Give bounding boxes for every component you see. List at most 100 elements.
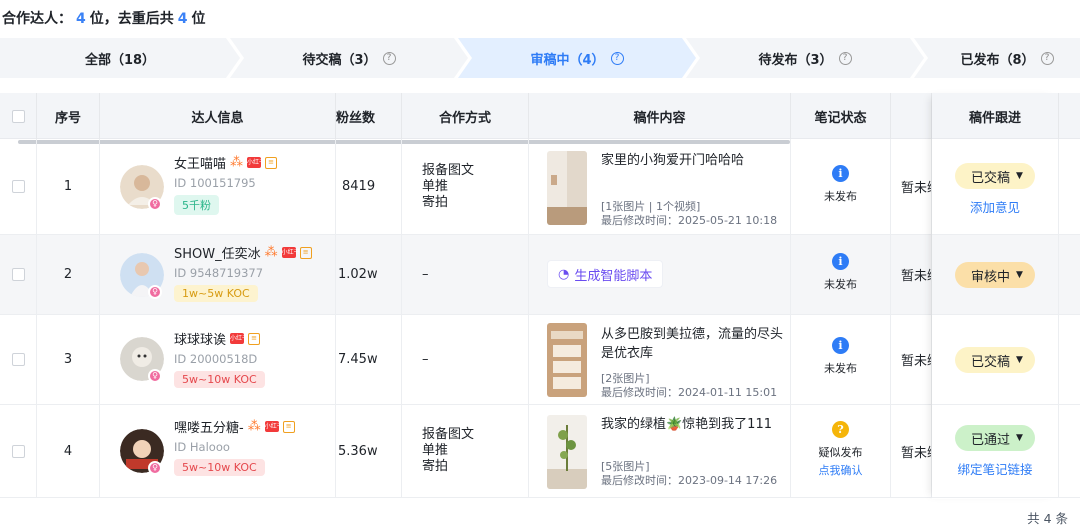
tail-cell [1059, 315, 1080, 404]
table-header: 序号 达人信息 粉丝数 合作方式 稿件内容 笔记状态 稿件跟进 [0, 93, 1080, 139]
select-all-checkbox[interactable] [11, 109, 25, 123]
note-icon[interactable]: ≡ [282, 420, 295, 433]
fans-count: 5.36w [336, 405, 402, 497]
follow-status-dropdown[interactable]: 已通过 ▼ [955, 425, 1035, 451]
coop-method: 报备图文 [422, 162, 475, 178]
add-comment-link[interactable]: 添加意见 [932, 197, 1058, 216]
help-icon[interactable]: ? [382, 51, 396, 65]
col-kol: 达人信息 [100, 93, 336, 139]
tab-published-label: 已发布（8） [960, 52, 1035, 68]
table-row: 4 ♀ 嘿喽五分糖- ⁂ 小红书 ≡ ID Halooo 5w~10w KOC 5.3… [0, 405, 1080, 498]
female-icon: ♀ [148, 197, 162, 211]
summary-mid: 位，去重后共 [89, 11, 174, 27]
row-seq: 2 [37, 235, 100, 314]
coop-methods: 报备图文 单推 寄拍 [402, 163, 474, 211]
note-status-cell: i 未发布 [791, 315, 891, 404]
help-icon[interactable]: ? [838, 51, 852, 65]
kol-id: ID 9548719377 [174, 266, 264, 280]
follow-cell: 审核中 ▼ [932, 235, 1059, 314]
confirm-link[interactable]: 点我确认 [791, 462, 890, 478]
kol-name[interactable]: 嘿喽五分糖- [174, 417, 244, 436]
content-thumbnail[interactable] [547, 415, 587, 489]
female-icon: ♀ [148, 285, 162, 299]
tab-pending-publish-label: 待发布（3） [758, 52, 833, 68]
row-checkbox[interactable] [11, 444, 25, 458]
follow-cell: 已交稿 ▼ [932, 315, 1059, 404]
female-icon: ♀ [148, 369, 162, 383]
content-title[interactable]: 家里的小狗爱开门哈哈哈 [601, 151, 791, 170]
note-status: 疑似发布 [818, 446, 863, 459]
tab-all[interactable]: 全部（18） [0, 38, 240, 78]
row-checkbox[interactable] [11, 353, 25, 366]
content-cell: ◔ 生成智能脚本 [529, 235, 791, 314]
generate-ai-script-button[interactable]: ◔ 生成智能脚本 [547, 260, 664, 288]
row-checkbox[interactable] [11, 268, 25, 281]
follow-status-dropdown[interactable]: 已交稿 ▼ [955, 163, 1035, 189]
summary-prefix: 合作达人： [2, 11, 72, 27]
content-count: [2张图片] [601, 372, 650, 385]
help-icon[interactable]: ? [1040, 51, 1054, 65]
tab-reviewing[interactable]: 审稿中（4）? [458, 38, 696, 78]
follow-status-dropdown[interactable]: 审核中 ▼ [955, 262, 1035, 288]
tab-pending-submit[interactable]: 待交稿（3）? [230, 38, 468, 78]
col-extra [891, 93, 932, 139]
fan-level-tag: 5千粉 [174, 195, 219, 215]
content-count: [5张图片] [601, 460, 650, 473]
follow-cell: 已交稿 ▼ 添加意见 [932, 139, 1059, 234]
note-icon[interactable]: ≡ [299, 246, 312, 259]
extra-cell: 暂未绑 [891, 235, 932, 314]
follow-status-dropdown[interactable]: 已交稿 ▼ [955, 347, 1035, 373]
content-title[interactable]: 从多巴胺到美拉德，流量的尽头是优衣库 [601, 325, 791, 363]
kol-cell: ♀ 女王喵喵 ⁂ 小红书 ≡ ID 100151795 5千粉 [100, 139, 336, 234]
follow-cell: 已通过 ▼ 绑定笔记链接 [932, 405, 1059, 497]
coop-method: 寄拍 [422, 194, 449, 210]
info-icon: i [832, 253, 849, 270]
summary-suffix: 位 [191, 11, 206, 27]
fire-icon: ⁂ [230, 155, 244, 170]
kol-name[interactable]: 球球球诶 [174, 329, 226, 348]
caret-down-icon: ▼ [1016, 433, 1023, 443]
tab-pending-publish[interactable]: 待发布（3）? [686, 38, 924, 78]
kol-id: ID Halooo [174, 440, 230, 454]
col-content: 稿件内容 [529, 93, 791, 139]
extra-cell: 暂未绑 [891, 405, 932, 497]
question-icon: ? [832, 421, 849, 438]
coop-method: 寄拍 [422, 459, 449, 474]
kol-name[interactable]: SHOW_任奕冰 [174, 243, 261, 262]
row-seq: 3 [37, 315, 100, 404]
tab-pending-submit-label: 待交稿（3） [302, 52, 377, 68]
kol-info: 嘿喽五分糖- ⁂ 小红书 ≡ ID Halooo 5w~10w KOC [174, 417, 295, 476]
tab-published[interactable]: 已发布（8）? [914, 38, 1080, 78]
info-icon: i [832, 165, 849, 182]
row-checkbox[interactable] [11, 180, 25, 193]
xhs-icon: 小红书 [230, 333, 249, 344]
note-icon[interactable]: ≡ [265, 156, 278, 169]
content-cell: 从多巴胺到美拉德，流量的尽头是优衣库 [2张图片] 最后修改时间：2024-01… [529, 315, 791, 404]
coop-cell: 报备图文 单推 寄拍 [402, 405, 529, 497]
row-select-cell [0, 405, 37, 497]
note-status-cell: i 未发布 [791, 235, 891, 314]
bind-status: 暂未绑 [901, 354, 931, 369]
status-tabs: 全部（18） 待交稿（3）? 审稿中（4）? 待发布（3）? 已发布（8）? [0, 38, 1080, 78]
col-coop: 合作方式 [402, 93, 529, 139]
row-select-cell [0, 235, 37, 314]
note-status: 未发布 [824, 190, 857, 203]
caret-down-icon: ▼ [1016, 355, 1023, 365]
table-row: 3 ♀ 球球球诶 小红书 ≡ ID 20000518D 5w~10w KOC 7.4… [0, 315, 1080, 405]
note-icon[interactable]: ≡ [248, 332, 261, 345]
row-seq: 1 [37, 139, 100, 234]
fan-level-tag: 1w~5w KOC [174, 285, 258, 302]
tail-cell [1059, 405, 1080, 497]
content-thumbnail[interactable] [547, 151, 587, 225]
help-icon[interactable]: ? [610, 51, 624, 65]
kol-name[interactable]: 女王喵喵 [174, 153, 226, 172]
ai-script-icon: ◔ [558, 266, 570, 282]
extra-cell: 暂未绑 [891, 315, 932, 404]
col-seq: 序号 [37, 93, 100, 139]
col-tail [1059, 93, 1080, 139]
bind-note-link[interactable]: 绑定笔记链接 [932, 459, 1058, 478]
kol-cell: ♀ 嘿喽五分糖- ⁂ 小红书 ≡ ID Halooo 5w~10w KOC [100, 405, 336, 497]
col-fans: 粉丝数 [336, 93, 402, 139]
content-title[interactable]: 我家的绿植🪴惊艳到我了111 [601, 415, 791, 434]
content-thumbnail[interactable] [547, 323, 587, 397]
